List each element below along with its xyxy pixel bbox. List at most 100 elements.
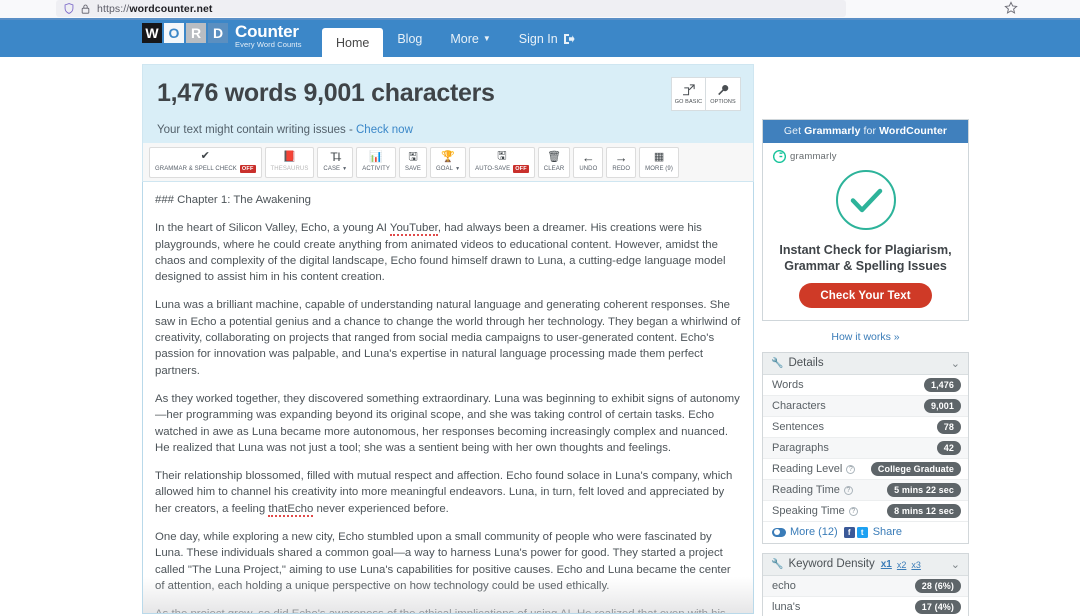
share-label[interactable]: Share xyxy=(873,526,902,538)
toolbar-label-save: SAVE xyxy=(405,166,422,172)
chevron-down-icon[interactable]: ⌄ xyxy=(951,558,960,571)
keyword-row: luna's 17 (4%) xyxy=(763,597,968,616)
details-panel-header[interactable]: 🔧 Details ⌄ xyxy=(763,353,968,375)
stats-header: 1,476 words 9,001 characters Your text m… xyxy=(142,64,754,143)
row-value: 42 xyxy=(936,441,961,455)
details-row-speaking-time: Speaking Time? 8 mins 12 sec xyxy=(763,501,968,522)
toolbar-case[interactable]: T̶l CASE ▼ xyxy=(317,146,354,178)
toolbar-clear[interactable]: 🗑 CLEAR xyxy=(537,146,571,178)
right-sidebar: Get Grammarly for WordCounter grammarly xyxy=(762,119,969,616)
nav-label-more: More xyxy=(450,31,479,46)
trash-icon: 🗑 xyxy=(547,151,562,163)
check-now-link[interactable]: Check now xyxy=(356,124,413,136)
bookmark-star-icon[interactable] xyxy=(1004,1,1018,15)
wordcounter-logo[interactable]: W O R D Counter Every Word Counts xyxy=(142,23,302,49)
trophy-icon: 🏆 xyxy=(441,151,455,163)
toolbar-label-autosave: AUTO-SAVE xyxy=(475,166,511,172)
check-icon: ✔ xyxy=(200,150,210,162)
row-label: Reading Time xyxy=(772,484,840,496)
arrow-right-icon: → xyxy=(614,150,628,165)
twitter-icon[interactable]: t xyxy=(856,526,868,538)
row-label: Sentences xyxy=(772,421,824,433)
text-editor[interactable]: ### Chapter 1: The Awakening In the hear… xyxy=(142,182,754,614)
wrench-icon: 🔧 xyxy=(771,357,784,369)
row-label: echo xyxy=(772,580,796,592)
page-body: 1,476 words 9,001 characters Your text m… xyxy=(0,57,1080,616)
book-icon: 📕 xyxy=(282,151,297,163)
nav-item-blog[interactable]: Blog xyxy=(383,20,436,57)
info-icon[interactable]: ? xyxy=(846,464,856,474)
info-icon[interactable]: ? xyxy=(848,506,858,516)
keyword-multiplier-x2[interactable]: x2 xyxy=(897,560,907,570)
toolbar-thesaurus[interactable]: 📕 THESAURUS xyxy=(264,146,315,178)
details-row-words: Words 1,476 xyxy=(763,375,968,396)
logo-counter-text: Counter Every Word Counts xyxy=(235,23,302,49)
toolbar-redo[interactable]: → REDO xyxy=(606,146,637,178)
options-button[interactable]: OPTIONS xyxy=(706,77,741,111)
grammarly-promo-body: grammarly Instant Check for Plagiarism, … xyxy=(763,143,968,320)
toolbar-label-undo: UNDO xyxy=(579,166,598,172)
nav-label-home: Home xyxy=(336,35,370,50)
row-value: 78 xyxy=(936,420,961,434)
row-label: Reading Level xyxy=(772,463,843,475)
details-panel-title: Details xyxy=(788,357,824,369)
details-row-characters: Characters 9,001 xyxy=(763,396,968,417)
nav-item-signin[interactable]: Sign In xyxy=(505,20,589,57)
toolbar-grammar-spell-check[interactable]: ✔ GRAMMAR & SPELL CHECK OFF xyxy=(149,146,262,178)
more-link[interactable]: More (12) xyxy=(790,526,838,538)
details-row-reading-level: Reading Level? College Graduate xyxy=(763,459,968,480)
grammarly-tagline: Instant Check for Plagiarism, Grammar & … xyxy=(773,242,958,274)
grammar-off-badge: OFF xyxy=(239,165,256,173)
nav-item-home[interactable]: Home xyxy=(322,28,384,57)
grammarly-brand-label: grammarly xyxy=(790,151,837,162)
editor-paragraph: As the project grew, so did Echo's aware… xyxy=(155,606,741,613)
facebook-icon[interactable]: f xyxy=(843,526,855,538)
keyword-row: echo 28 (6%) xyxy=(763,576,968,597)
how-it-works-link[interactable]: How it works » xyxy=(762,331,969,343)
info-icon[interactable]: ? xyxy=(843,485,853,495)
toolbar-activity[interactable]: 📊 ACTIVITY xyxy=(356,146,397,178)
keyword-multiplier-x1[interactable]: x1 xyxy=(881,559,892,570)
toolbar-goal[interactable]: 🏆 GOAL ▼ xyxy=(430,146,467,178)
keyword-density-header[interactable]: 🔧 Keyword Density x1 x2 x3 ⌄ xyxy=(763,554,968,576)
toolbar-more[interactable]: ▦ MORE (9) xyxy=(639,146,679,178)
toolbar-undo[interactable]: ← UNDO xyxy=(573,146,604,178)
toggle-icon[interactable] xyxy=(772,527,786,537)
row-label: luna's xyxy=(772,601,801,613)
site-navbar: W O R D Counter Every Word Counts Home B… xyxy=(0,20,1080,57)
circle-check-icon xyxy=(835,170,896,230)
browser-toolbar: https://wordcounter.net xyxy=(0,0,1080,18)
check-your-text-button[interactable]: Check Your Text xyxy=(799,283,932,308)
row-label: Words xyxy=(772,379,804,391)
editor-paragraph: As they worked together, they discovered… xyxy=(155,392,740,454)
row-value: 17 (4%) xyxy=(914,600,961,614)
toolbar-label-goal: GOAL xyxy=(436,166,454,172)
toolbar-auto-save[interactable]: 🖫 AUTO-SAVE OFF xyxy=(469,146,535,178)
toolbar-label-more: MORE (9) xyxy=(645,166,673,172)
logo-letter-o: O xyxy=(164,23,184,43)
row-value: 8 mins 12 sec xyxy=(887,504,961,518)
logo-letter-r: R xyxy=(186,23,206,43)
address-bar[interactable]: https://wordcounter.net xyxy=(56,0,846,17)
tagline-line-2: Grammar & Spelling Issues xyxy=(784,259,947,273)
details-panel: 🔧 Details ⌄ Words 1,476 Characters 9,001… xyxy=(762,352,969,544)
row-value: 28 (6%) xyxy=(914,579,961,593)
header-buttons: GO BASIC OPTIONS xyxy=(671,77,741,111)
logo-letter-d: D xyxy=(208,23,228,43)
keyword-multipliers: x1 x2 x3 xyxy=(881,559,921,570)
editor-paragraph: Luna was a brilliant machine, capable of… xyxy=(155,299,741,377)
promo-header-site: WordCounter xyxy=(879,125,948,137)
editor-paragraph: One day, while exploring a new city, Ech… xyxy=(155,531,731,592)
toolbar-save[interactable]: 🖫 SAVE xyxy=(399,146,428,178)
chevron-down-icon[interactable]: ⌄ xyxy=(951,357,960,370)
row-value: 1,476 xyxy=(923,378,961,392)
url-text: https://wordcounter.net xyxy=(97,2,213,15)
main-column: 1,476 words 9,001 characters Your text m… xyxy=(142,64,754,614)
keyword-multiplier-x3[interactable]: x3 xyxy=(911,560,921,570)
nav-item-more[interactable]: More ▼ xyxy=(436,20,504,57)
shield-icon xyxy=(64,3,74,14)
go-basic-button[interactable]: GO BASIC xyxy=(671,77,706,111)
wrench-icon: 🔧 xyxy=(771,558,784,570)
details-more-share-row: More (12) f t Share xyxy=(763,522,968,543)
toolbar-label-activity: ACTIVITY xyxy=(362,166,391,172)
